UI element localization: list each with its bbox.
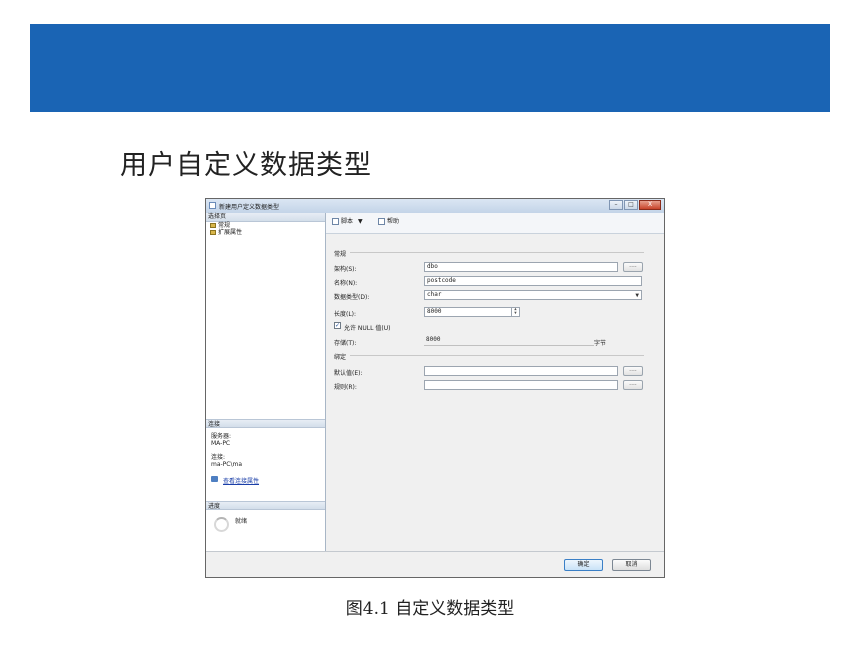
progress-header: 进度 [206,501,325,510]
page-icon [210,223,216,228]
connection-header: 连接 [206,419,325,428]
page-item-label: 常规 [218,222,231,229]
page-item-extended-properties[interactable]: 扩展属性 [206,229,325,236]
cancel-button[interactable]: 取消 [612,559,651,571]
default-browse-button[interactable]: .... [623,366,643,376]
storage-unit: 字节 [594,340,607,347]
storage-label: 存储(T): [334,340,357,347]
toolbar: 脚本 ▼ 帮助 [326,213,664,234]
name-label: 名称(N): [334,280,358,287]
rule-label: 规则(R): [334,384,357,391]
title-bar[interactable]: 新建用户定义数据类型 – □ X [206,199,664,214]
allow-null-checkbox[interactable]: ✓ [334,322,341,329]
chevron-down-icon: ▼ [635,292,639,299]
help-label: 帮助 [387,218,400,225]
page-item-general[interactable]: 常规 [206,222,325,229]
button-bar: 确定 取消 [206,551,664,577]
view-connection-properties-link[interactable]: 查看连接属性 [223,476,259,485]
window-controls: – □ X [608,200,661,211]
datatype-select[interactable]: char ▼ [424,290,642,300]
progress-status: 就绪 [235,518,248,525]
script-icon [332,218,339,225]
schema-label: 架构(S): [334,266,357,273]
progress-spinner-icon [214,517,229,532]
group-divider [350,355,644,356]
length-value: 8000 [427,308,442,315]
allow-null-label: 允许 NULL 值(U) [344,325,391,332]
connection-properties-icon [211,476,218,482]
script-label: 脚本 [341,218,354,225]
length-label: 长度(L): [334,311,357,318]
minimize-button[interactable]: – [609,200,623,210]
datatype-value: char [427,291,442,298]
general-form: 常规 架构(S): dbo .... 名称(N): postcode 数据类型(… [326,234,664,551]
help-icon [378,218,385,225]
window-app-icon [209,202,216,209]
length-stepper[interactable]: 8000 ▲ ▼ [424,307,520,317]
binding-group-label: 绑定 [334,354,347,361]
window-title: 新建用户定义数据类型 [219,204,280,211]
schema-input[interactable]: dbo [424,262,618,272]
script-dropdown-icon[interactable]: ▼ [358,218,363,225]
new-user-datatype-window: 新建用户定义数据类型 – □ X 选择页 常规 扩展属性 连接 服务器: MA-… [205,198,665,578]
close-button[interactable]: X [639,200,661,210]
default-input[interactable] [424,366,618,376]
name-input[interactable]: postcode [424,276,642,286]
default-label: 默认值(E): [334,370,363,377]
left-pane: 选择页 常规 扩展属性 连接 服务器: MA-PC 连接: ma-PC\ma 查… [206,213,326,551]
rule-browse-button[interactable]: .... [623,380,643,390]
spin-arrows-icon[interactable]: ▲ ▼ [511,307,519,317]
help-button[interactable]: 帮助 [378,218,399,226]
connection-value: ma-PC\ma [211,461,243,468]
header-banner [30,24,830,112]
script-button[interactable]: 脚本 ▼ [332,218,363,226]
storage-value: 8000 [424,336,594,346]
general-group-label: 常规 [334,251,347,258]
rule-input[interactable] [424,380,618,390]
ok-button[interactable]: 确定 [564,559,603,571]
schema-browse-button[interactable]: .... [623,262,643,272]
slide-title: 用户自定义数据类型 [120,150,372,181]
group-divider [350,252,644,253]
page-item-label: 扩展属性 [218,229,243,236]
select-page-header: 选择页 [206,213,325,222]
datatype-label: 数据类型(D): [334,294,370,301]
maximize-button[interactable]: □ [624,200,638,210]
page-icon [210,230,216,235]
figure-caption: 图4.1 自定义数据类型 [345,599,515,619]
server-value: MA-PC [211,440,231,447]
